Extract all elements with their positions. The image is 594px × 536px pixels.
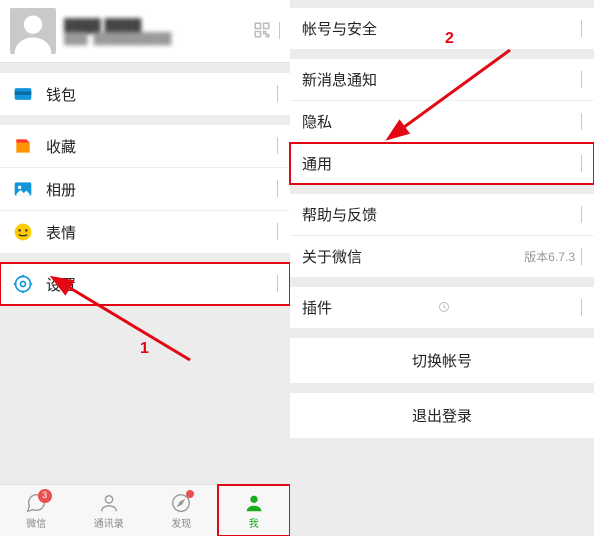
tab-chat-label: 微信	[26, 515, 46, 530]
switch-account-label: 切换帐号	[412, 353, 472, 370]
new-msg-notify-row[interactable]: 新消息通知	[290, 59, 594, 101]
album-icon	[12, 178, 34, 200]
album-label: 相册	[46, 179, 277, 200]
tab-discover-label: 发现	[171, 515, 191, 530]
help-feedback-label: 帮助与反馈	[302, 204, 581, 225]
settings-row[interactable]: 设置	[0, 263, 290, 305]
plugins-row[interactable]: 插件	[290, 287, 594, 328]
clock-icon	[438, 300, 450, 316]
album-row[interactable]: 相册	[0, 168, 290, 211]
chat-badge: 3	[38, 489, 52, 503]
tab-bar: 3 微信 通讯录 发现 我	[0, 484, 290, 536]
new-msg-notify-label: 新消息通知	[302, 69, 581, 90]
logout-label: 退出登录	[412, 408, 472, 425]
general-label: 通用	[302, 153, 581, 174]
about-label: 关于微信	[302, 246, 524, 267]
profile-sub: ███: ██████████	[64, 33, 247, 45]
chevron-right-icon	[581, 156, 582, 172]
settings-label: 设置	[46, 274, 277, 295]
me-icon	[242, 491, 266, 515]
general-row[interactable]: 通用	[290, 143, 594, 184]
tab-discover[interactable]: 发现	[145, 485, 218, 536]
avatar	[10, 8, 56, 54]
chevron-right-icon	[277, 276, 278, 292]
logout-row[interactable]: 退出登录	[290, 393, 594, 438]
chevron-right-icon	[581, 72, 582, 88]
profile-text: ████ ████ ███: ██████████	[64, 18, 247, 45]
privacy-row[interactable]: 隐私	[290, 101, 594, 143]
gear-icon	[12, 273, 34, 295]
wallet-icon	[12, 83, 34, 105]
chevron-right-icon	[581, 21, 582, 37]
tab-contacts-label: 通讯录	[94, 515, 124, 530]
chevron-right-icon	[581, 114, 582, 130]
help-feedback-row[interactable]: 帮助与反馈	[290, 194, 594, 236]
wallet-label: 钱包	[46, 84, 277, 105]
chevron-right-icon	[277, 224, 278, 240]
annotation-step2: 2	[445, 30, 454, 48]
discover-dot	[186, 490, 194, 498]
settings-screen: 帐号与安全 新消息通知 隐私 通用 帮助与反馈	[290, 0, 594, 536]
favorites-row[interactable]: 收藏	[0, 125, 290, 168]
tab-contacts[interactable]: 通讯录	[73, 485, 146, 536]
me-screen: ████ ████ ███: ██████████ 钱包	[0, 0, 290, 536]
stickers-row[interactable]: 表情	[0, 211, 290, 253]
privacy-label: 隐私	[302, 111, 581, 132]
chevron-right-icon	[277, 86, 278, 102]
chevron-right-icon	[279, 23, 280, 39]
account-security-label: 帐号与安全	[302, 18, 581, 39]
version-label: 版本6.7.3	[524, 248, 575, 265]
chevron-right-icon	[581, 249, 582, 265]
chevron-right-icon	[277, 138, 278, 154]
profile-name: ████ ████	[64, 18, 247, 33]
profile-row[interactable]: ████ ████ ███: ██████████	[0, 0, 290, 63]
qr-icon[interactable]	[253, 21, 271, 42]
tab-me-label: 我	[249, 515, 259, 530]
wallet-row[interactable]: 钱包	[0, 73, 290, 115]
chevron-right-icon	[581, 207, 582, 223]
chevron-right-icon	[581, 300, 582, 316]
annotation-step1: 1	[140, 340, 149, 358]
switch-account-row[interactable]: 切换帐号	[290, 338, 594, 383]
tab-chat[interactable]: 3 微信	[0, 485, 73, 536]
contacts-icon	[97, 491, 121, 515]
about-row[interactable]: 关于微信 版本6.7.3	[290, 236, 594, 277]
account-security-row[interactable]: 帐号与安全	[290, 8, 594, 49]
chevron-right-icon	[277, 181, 278, 197]
plugins-label: 插件	[302, 297, 434, 318]
stickers-icon	[12, 221, 34, 243]
tab-me[interactable]: 我	[218, 485, 291, 536]
favorites-icon	[12, 135, 34, 157]
stickers-label: 表情	[46, 222, 277, 243]
favorites-label: 收藏	[46, 136, 277, 157]
